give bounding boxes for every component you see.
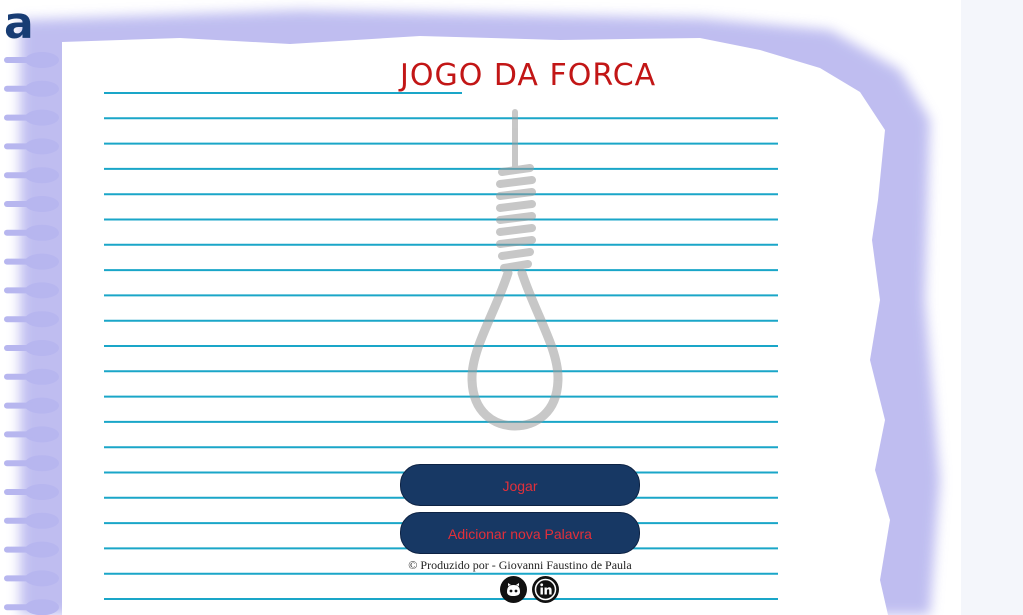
- play-button[interactable]: Jogar: [400, 464, 640, 506]
- linkedin-link[interactable]: [532, 576, 559, 603]
- app-window: a JOGO DA FORCA Jogar Adicionar nova Pal…: [0, 0, 1023, 615]
- spiral-wire: [4, 57, 36, 63]
- github-link[interactable]: [500, 576, 527, 603]
- github-icon: [501, 577, 526, 602]
- credits-text: © Produzido por - Giovanni Faustino de P…: [408, 558, 632, 572]
- spiral-wire: [4, 258, 36, 265]
- spiral-wire: [4, 431, 36, 438]
- spiral-wire: [4, 85, 36, 92]
- spiral-wire: [4, 143, 36, 150]
- spiral-wire: [4, 316, 36, 323]
- add-word-button[interactable]: Adicionar nova Palavra: [400, 512, 640, 554]
- spiral-wire: [4, 489, 36, 495]
- page-title: JOGO DA FORCA: [400, 58, 657, 93]
- spiral-wire: [4, 604, 36, 611]
- spiral-wire: [4, 575, 36, 582]
- spiral-wire: [4, 373, 36, 380]
- page-margin: [961, 0, 1023, 615]
- spiral-wire: [4, 229, 36, 236]
- spiral-wire: [4, 114, 36, 121]
- linkedin-icon: [533, 577, 558, 602]
- spiral-wire: [4, 201, 36, 207]
- spiral-wire: [4, 345, 36, 351]
- spiral-wire: [4, 172, 36, 179]
- spiral-wire: [4, 460, 36, 467]
- spiral-wire: [4, 402, 36, 409]
- spiral-wire: [4, 546, 36, 553]
- site-logo[interactable]: a: [4, 2, 36, 50]
- noose-icon: [467, 109, 563, 431]
- spiral-wire: [4, 287, 36, 294]
- spiral-wire: [4, 517, 36, 524]
